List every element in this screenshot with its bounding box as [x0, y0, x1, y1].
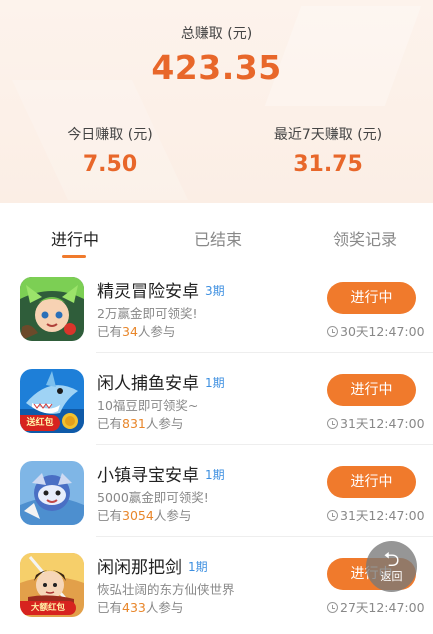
gift-badge: 大额红包	[20, 601, 76, 615]
countdown-timer: 31天12:47:00	[327, 505, 425, 524]
period-badge: 1期	[205, 468, 225, 482]
shark-game-icon: 送红包	[20, 369, 84, 433]
active-tab-indicator	[62, 255, 86, 258]
today-earnings-label: 今日赚取 (元)	[67, 127, 153, 143]
period-badge: 3期	[205, 284, 225, 298]
list-item[interactable]: 精灵冒险安卓 3期 2万赢金即可领奖! 已有34人参与 进行中 30天12:47:…	[0, 261, 433, 353]
item-description: 5000赢金即可领奖!	[97, 490, 209, 505]
participant-count: 已有831人参与	[97, 416, 184, 431]
total-earnings-value: 423.35	[151, 48, 282, 87]
in-progress-button[interactable]: 进行中	[327, 282, 416, 314]
item-title: 小镇寻宝安卓 1期	[97, 466, 225, 486]
sword-game-icon: 大额红包	[20, 553, 84, 617]
elf-game-icon	[20, 277, 84, 341]
back-button-label: 返回	[380, 570, 403, 583]
period-badge: 1期	[205, 376, 225, 390]
total-earnings-label: 总赚取 (元)	[180, 26, 253, 42]
participant-count: 已有34人参与	[97, 324, 176, 339]
countdown-timer: 31天12:47:00	[327, 413, 425, 432]
today-earnings: 今日赚取 (元) 7.50	[10, 124, 210, 177]
clock-icon	[327, 326, 338, 337]
list-item[interactable]: 小镇寻宝安卓 1期 5000赢金即可领奖! 已有3054人参与 进行中 31天12…	[0, 445, 433, 537]
week-earnings: 最近7天赚取 (元) 31.75	[228, 124, 428, 177]
earnings-summary: 总赚取 (元) 423.35 今日赚取 (元) 7.50 最近7天赚取 (元) …	[0, 0, 433, 203]
week-earnings-label: 最近7天赚取 (元)	[273, 127, 383, 143]
tab-in-progress[interactable]: 进行中	[20, 226, 130, 250]
item-description: 10福豆即可领奖~	[97, 398, 199, 413]
period-badge: 1期	[188, 560, 208, 574]
floating-back-button[interactable]: ⮌ 返回	[366, 541, 417, 592]
back-arrow-icon: ⮌	[383, 547, 400, 571]
tab-reward-records[interactable]: 领奖记录	[310, 226, 420, 250]
gift-badge: 送红包	[20, 415, 60, 431]
participant-count: 已有3054人参与	[97, 508, 192, 523]
item-description: 2万赢金即可领奖!	[97, 306, 198, 321]
item-title: 闲闲那把剑 1期	[97, 558, 208, 578]
participant-count: 已有433人参与	[97, 600, 184, 615]
clock-icon	[327, 510, 338, 521]
countdown-timer: 30天12:47:00	[327, 321, 425, 340]
clock-icon	[327, 602, 338, 613]
item-title: 精灵冒险安卓 3期	[97, 282, 225, 302]
item-title: 闲人捕鱼安卓 1期	[97, 374, 225, 394]
in-progress-button[interactable]: 进行中	[327, 466, 416, 498]
in-progress-button[interactable]: 进行中	[327, 374, 416, 406]
today-earnings-value: 7.50	[82, 152, 138, 177]
week-earnings-value: 31.75	[293, 152, 363, 177]
tab-ended[interactable]: 已结束	[163, 226, 273, 250]
treasure-game-icon	[20, 461, 84, 525]
list-item[interactable]: 送红包 闲人捕鱼安卓 1期 10福豆即可领奖~ 已有831人参与 进行中 31天1…	[0, 353, 433, 445]
item-description: 恢弘壮阔的东方仙侠世界	[97, 582, 235, 597]
clock-icon	[327, 418, 338, 429]
countdown-timer: 27天12:47:00	[327, 597, 425, 616]
tab-bar: 进行中 已结束 领奖记录	[0, 203, 433, 261]
